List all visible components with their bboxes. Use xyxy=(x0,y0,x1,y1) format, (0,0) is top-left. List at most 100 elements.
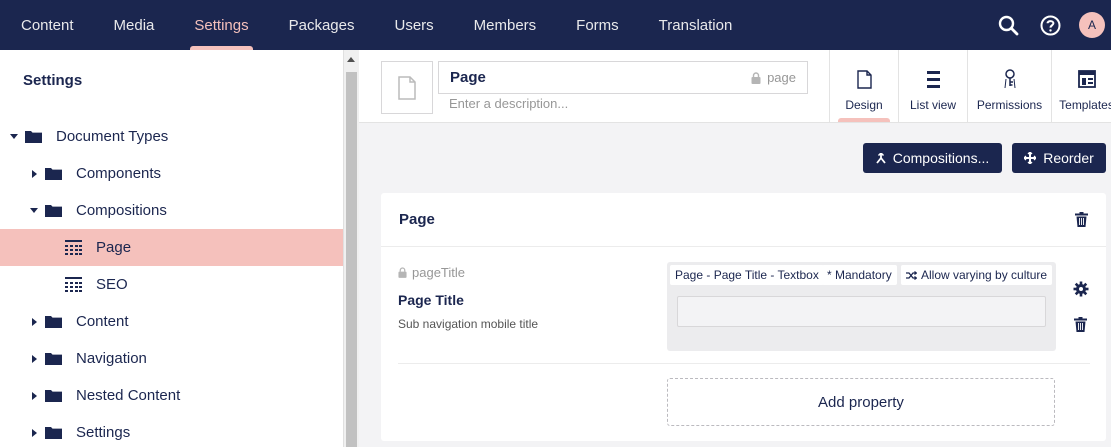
property-alias-value: pageTitle xyxy=(412,265,465,280)
property-group-card: Page pageTitle Page Title Sub navigation… xyxy=(381,193,1106,441)
layout-icon xyxy=(1077,70,1096,88)
tree-item-settings[interactable]: Settings xyxy=(0,414,343,447)
folder-icon xyxy=(45,168,62,180)
tree-item-page[interactable]: Page xyxy=(0,229,343,266)
tree-item-components[interactable]: Components xyxy=(0,155,343,192)
vary-by-culture-tag: Allow varying by culture xyxy=(901,265,1053,285)
reorder-button-label: Reorder xyxy=(1043,150,1094,166)
folder-icon xyxy=(25,131,42,143)
tab-design[interactable]: Design xyxy=(829,50,898,122)
document-type-icon xyxy=(65,277,82,292)
sidebar-title: Settings xyxy=(23,72,83,89)
tree-item-label: Nested Content xyxy=(76,387,181,404)
property-type-tag: Page - Page Title - Textbox xyxy=(670,265,824,285)
tab-label: Templates xyxy=(1059,98,1111,112)
tree-item-label: Document Types xyxy=(56,128,169,145)
editor-tabs: Design List view Permissions Templates xyxy=(829,50,1111,122)
sidebar-scroll-thumb[interactable] xyxy=(346,72,357,447)
nav-media[interactable]: Media xyxy=(94,0,175,50)
caret-right-icon[interactable] xyxy=(28,391,40,400)
nav-content[interactable]: Content xyxy=(0,0,94,50)
icon-picker-button[interactable] xyxy=(381,61,433,114)
tree-item-label: Settings xyxy=(76,424,131,441)
compositions-button-label: Compositions... xyxy=(892,150,990,166)
move-icon xyxy=(1024,152,1037,164)
document-icon xyxy=(856,69,872,89)
top-navigation: Content Media Settings Packages Users Me… xyxy=(0,0,1111,50)
list-icon xyxy=(926,70,940,88)
shuffle-icon xyxy=(906,270,917,280)
nav-users[interactable]: Users xyxy=(374,0,453,50)
add-property-label: Add property xyxy=(818,393,904,411)
merge-icon xyxy=(876,152,886,164)
caret-right-icon[interactable] xyxy=(28,354,40,363)
help-icon[interactable] xyxy=(1029,0,1071,50)
tree-item-navigation[interactable]: Navigation xyxy=(0,340,343,377)
caret-right-icon[interactable] xyxy=(28,317,40,326)
user-avatar[interactable]: A xyxy=(1079,12,1105,38)
tree-item-label: SEO xyxy=(96,276,128,293)
document-types-tree: Document Types Components Compositions P… xyxy=(0,118,343,447)
document-type-icon xyxy=(65,240,82,255)
property-editor-preview[interactable]: Page - Page Title - Textbox * Mandatory … xyxy=(667,262,1056,351)
folder-icon xyxy=(45,353,62,365)
alias-field[interactable]: page xyxy=(751,70,796,85)
tree-item-seo[interactable]: SEO xyxy=(0,266,343,303)
tree-item-label: Components xyxy=(76,165,162,182)
mandatory-tag: * Mandatory xyxy=(822,265,897,285)
property-name[interactable]: Page Title xyxy=(398,292,464,308)
property-description: Sub navigation mobile title xyxy=(398,317,539,331)
tree-item-label: Navigation xyxy=(76,350,147,367)
tree-item-compositions[interactable]: Compositions xyxy=(0,192,343,229)
tree-item-label: Page xyxy=(96,239,132,256)
name-input[interactable]: Page page xyxy=(438,61,808,94)
nav-settings[interactable]: Settings xyxy=(174,0,268,50)
description-input[interactable]: Enter a description... xyxy=(449,96,749,111)
alias-value: page xyxy=(767,70,796,85)
document-icon xyxy=(398,75,416,100)
delete-property-trash-icon[interactable] xyxy=(1074,317,1087,337)
caret-down-icon[interactable] xyxy=(28,208,40,213)
lock-icon[interactable] xyxy=(398,267,407,278)
reorder-button[interactable]: Reorder xyxy=(1012,143,1106,173)
delete-group-trash-icon[interactable] xyxy=(1075,212,1088,232)
tab-label: Design xyxy=(845,98,883,112)
caret-right-icon[interactable] xyxy=(28,169,40,178)
top-right-tools: A xyxy=(987,0,1111,50)
compositions-button[interactable]: Compositions... xyxy=(863,143,1002,173)
tree-item-nested-content[interactable]: Nested Content xyxy=(0,377,343,414)
folder-icon xyxy=(45,390,62,402)
caret-right-icon[interactable] xyxy=(28,428,40,437)
lock-icon[interactable] xyxy=(751,71,761,84)
folder-icon xyxy=(45,427,62,439)
nav-members[interactable]: Members xyxy=(454,0,557,50)
property-settings-gear-icon[interactable] xyxy=(1073,281,1089,302)
caret-down-icon[interactable] xyxy=(8,134,20,139)
nav-forms[interactable]: Forms xyxy=(556,0,639,50)
key-icon xyxy=(1004,69,1015,89)
folder-icon xyxy=(45,316,62,328)
tree-item-label: Content xyxy=(76,313,129,330)
property-alias[interactable]: pageTitle xyxy=(398,265,465,280)
name-value: Page xyxy=(450,69,486,86)
nav-translation[interactable]: Translation xyxy=(639,0,753,50)
sidebar: Settings Document Types Components Compo… xyxy=(0,50,344,447)
tree-item-document-types[interactable]: Document Types xyxy=(0,118,343,155)
tab-label: Permissions xyxy=(976,98,1043,112)
search-icon[interactable] xyxy=(987,0,1029,50)
tree-item-content[interactable]: Content xyxy=(0,303,343,340)
tab-permissions[interactable]: Permissions xyxy=(967,50,1051,122)
tab-list-view[interactable]: List view xyxy=(898,50,967,122)
property-divider xyxy=(398,363,1090,364)
folder-icon xyxy=(45,205,62,217)
scroll-up-arrow-icon[interactable] xyxy=(347,57,355,62)
editor-header: Page page Enter a description... Design … xyxy=(359,50,1111,123)
tab-templates[interactable]: Templates xyxy=(1051,50,1111,122)
tree-item-label: Compositions xyxy=(76,202,167,219)
group-divider xyxy=(381,246,1106,247)
textbox-preview xyxy=(677,296,1046,327)
group-title[interactable]: Page xyxy=(399,211,435,228)
nav-packages[interactable]: Packages xyxy=(269,0,375,50)
tab-label: List view xyxy=(909,98,956,112)
add-property-button[interactable]: Add property xyxy=(667,378,1055,426)
